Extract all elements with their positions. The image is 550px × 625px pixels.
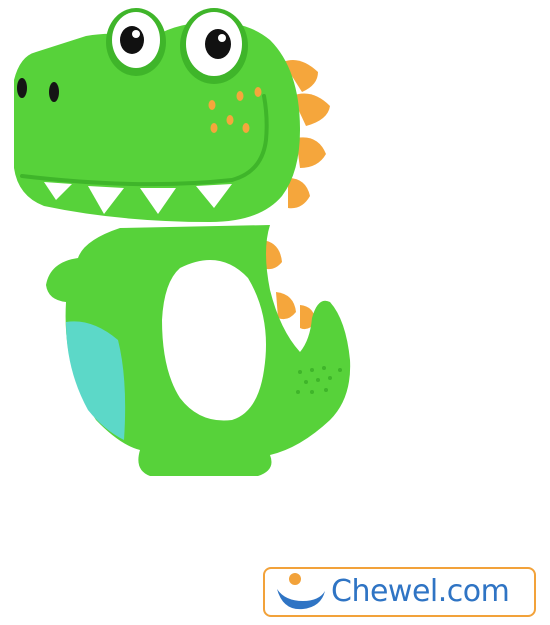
chewel-logo[interactable]: Chewel.com [263, 567, 536, 617]
product-image [14, 8, 351, 476]
right-eye [180, 8, 248, 84]
belly-patch [66, 321, 126, 440]
smile-logo-icon [277, 573, 325, 610]
watermark-text: Chewel.com [331, 574, 510, 609]
left-eye [106, 8, 166, 76]
